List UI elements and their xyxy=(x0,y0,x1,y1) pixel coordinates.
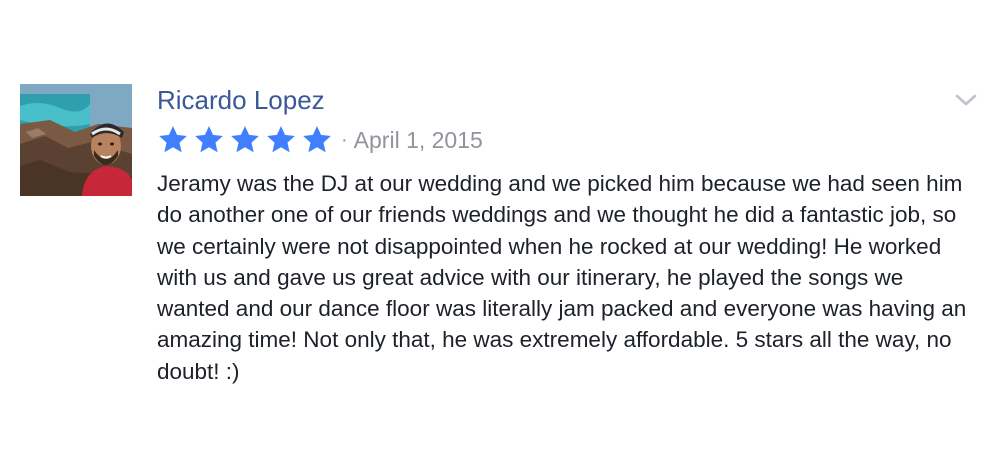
star-icon xyxy=(265,125,297,155)
reviewer-avatar[interactable] xyxy=(20,84,132,196)
review-card: Ricardo Lopez · April 1, 2015 Jeramy was… xyxy=(0,0,992,472)
review-text: Jeramy was the DJ at our wedding and we … xyxy=(157,171,967,384)
profile-photo-icon xyxy=(20,84,132,196)
review-options-button[interactable] xyxy=(952,88,980,112)
star-rating xyxy=(157,125,333,155)
star-icon xyxy=(229,125,261,155)
star-icon xyxy=(157,125,189,155)
reviewer-name[interactable]: Ricardo Lopez xyxy=(157,84,325,116)
separator-dot: · xyxy=(341,128,348,151)
star-icon xyxy=(301,125,333,155)
review-date[interactable]: April 1, 2015 xyxy=(354,127,483,154)
chevron-down-icon xyxy=(955,94,977,106)
rating-row: · April 1, 2015 xyxy=(157,124,483,156)
star-icon xyxy=(193,125,225,155)
